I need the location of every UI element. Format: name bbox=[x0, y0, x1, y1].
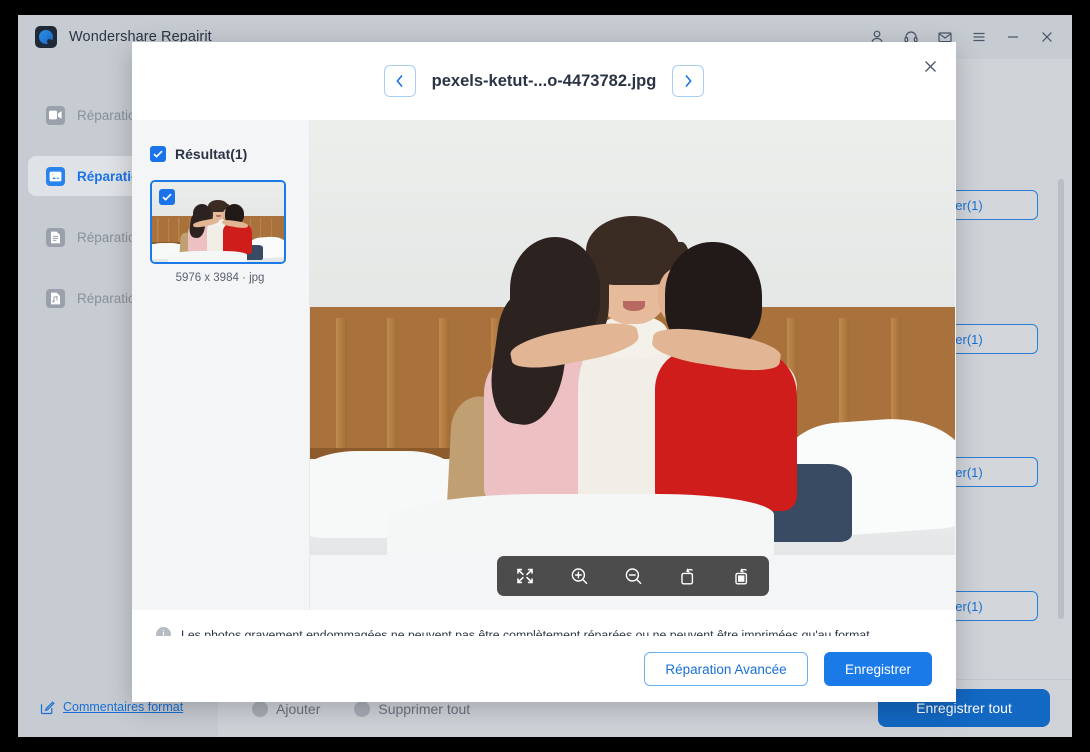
add-files-action[interactable]: Ajouter bbox=[252, 700, 321, 717]
delete-all-label: Supprimer tout bbox=[378, 700, 471, 717]
edit-icon bbox=[40, 700, 55, 719]
zoom-in-icon[interactable] bbox=[567, 564, 591, 588]
thumbnail-checkbox[interactable] bbox=[159, 189, 175, 205]
delete-all-action[interactable]: Supprimer tout bbox=[354, 700, 471, 717]
minimize-icon[interactable] bbox=[996, 20, 1030, 54]
dialog-header: pexels-ketut-...o-4473782.jpg bbox=[132, 42, 956, 120]
result-header: Résultat(1) bbox=[150, 146, 309, 162]
thumbnail-item[interactable] bbox=[150, 180, 286, 264]
preview-image[interactable] bbox=[310, 120, 955, 555]
rotate-right-icon[interactable] bbox=[729, 564, 753, 588]
previous-image-button[interactable] bbox=[383, 65, 416, 97]
zoom-out-icon[interactable] bbox=[621, 564, 645, 588]
format-feedback-link[interactable]: Commentaires format bbox=[40, 699, 200, 719]
save-button[interactable]: Enregistrer bbox=[824, 652, 932, 686]
result-label: Résultat(1) bbox=[175, 146, 248, 162]
preview-area bbox=[310, 120, 956, 610]
thumbnail-metadata: 5976 x 3984 · jpg bbox=[175, 272, 265, 284]
app-logo-icon bbox=[35, 26, 57, 48]
photo-icon bbox=[46, 166, 65, 186]
audio-icon bbox=[46, 288, 65, 308]
plus-icon bbox=[252, 700, 268, 717]
next-image-button[interactable] bbox=[672, 65, 705, 97]
image-toolbar bbox=[497, 556, 769, 596]
window-close-icon[interactable] bbox=[1030, 20, 1064, 54]
video-icon bbox=[46, 105, 65, 125]
dialog-close-icon[interactable] bbox=[914, 50, 946, 82]
content-scrollbar[interactable] bbox=[1058, 179, 1064, 619]
dialog-body: Résultat(1) 5976 x 3984 · jpg bbox=[132, 120, 956, 610]
rotate-left-icon[interactable] bbox=[675, 564, 699, 588]
fullscreen-icon[interactable] bbox=[513, 564, 537, 588]
image-preview-dialog: pexels-ketut-...o-4473782.jpg Résultat(1… bbox=[132, 42, 956, 702]
trash-icon bbox=[354, 700, 371, 717]
select-all-checkbox[interactable] bbox=[150, 146, 166, 162]
thumbnail-panel: Résultat(1) 5976 x 3984 · jpg bbox=[132, 120, 310, 610]
add-files-label: Ajouter bbox=[276, 700, 321, 717]
file-icon bbox=[46, 227, 65, 247]
dialog-footer: Réparation Avancée Enregistrer bbox=[132, 636, 956, 702]
image-filename: pexels-ketut-...o-4473782.jpg bbox=[431, 71, 657, 90]
menu-icon[interactable] bbox=[962, 20, 996, 54]
advanced-repair-button[interactable]: Réparation Avancée bbox=[644, 652, 808, 686]
